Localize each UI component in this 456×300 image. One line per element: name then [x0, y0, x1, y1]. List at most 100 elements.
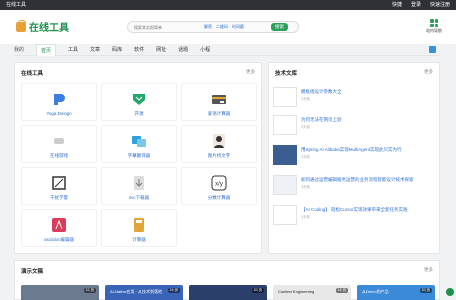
tool-subtitle-translate[interactable]: 字幕翻译器	[101, 125, 177, 163]
post-title[interactable]: 为何无法在网页上验	[301, 117, 435, 123]
nav-tools[interactable]: 工具	[68, 46, 78, 53]
search-input[interactable]	[128, 24, 204, 30]
nav-miniapp[interactable]: 小程	[200, 46, 210, 53]
page-count-badge: 24 页	[335, 288, 348, 293]
post-thumbnail	[273, 175, 297, 195]
blog-post[interactable]: 【AI Coding】 轻松Cursor实现效果带来全新任务实践 3天前	[273, 205, 437, 227]
tool-label: 开源	[134, 111, 144, 116]
presentation-card[interactable]: 22 页	[21, 285, 99, 300]
nav-software[interactable]: 软件	[134, 46, 144, 53]
blog-post[interactable]: 用Spring AI Alibaba实现MultiAgent实现此只实为行 3天…	[273, 145, 437, 167]
blog-post[interactable]: 如何通过运营编辑服务运营的业务流程智能设计技术探索 3天前	[273, 175, 437, 197]
nav-home[interactable]: 首页	[36, 43, 57, 56]
tool-label: asciidoc编辑器	[44, 237, 74, 242]
presentation-card[interactable]: AI-Native应用 · 从技术到落地 24 页	[105, 285, 183, 300]
asciidoc-icon	[52, 218, 66, 232]
nav-code[interactable]: 码库	[112, 46, 122, 53]
nav-articles[interactable]: 文章	[90, 46, 100, 53]
open-source-icon	[133, 94, 145, 105]
post-title[interactable]: 模板组设计参数大全	[301, 89, 435, 95]
tool-fraction-calc[interactable]: x/y 分数计算器	[181, 167, 257, 205]
tool-calculator-card[interactable]: 爱语计算器	[181, 83, 257, 121]
site-nav-button[interactable]: 站内导航	[426, 19, 442, 34]
top-bar: 在线工具 快捷 登录 快速注册	[0, 0, 456, 10]
nav-mine[interactable]: 我的	[14, 46, 24, 53]
tools-title: 在线工具	[21, 71, 44, 77]
page-count-badge: 24 页	[167, 288, 180, 293]
post-thumbnail	[273, 115, 297, 135]
logo-text: 在线工具	[29, 23, 69, 34]
topbar-site-name[interactable]: 在线工具	[6, 0, 26, 10]
main-nav: 我的 首页 工具 文章 码库 软件 网址 话题 小程	[14, 43, 440, 56]
topbar-link-login[interactable]: 登录	[411, 0, 421, 10]
blog-more-link[interactable]: 更多	[424, 69, 433, 75]
post-thumbnail	[273, 145, 297, 165]
post-title[interactable]: 用Spring AI Alibaba实现MultiAgent实现此只实为行	[301, 147, 435, 153]
tool-label: 干扰学量	[50, 195, 68, 200]
toolbox-icon	[16, 19, 26, 32]
post-title[interactable]: 如何通过运营编辑服务运营的业务流程智能设计技术探索	[301, 177, 435, 183]
presentation-card[interactable]: 从Demo到产品 20 页	[357, 285, 435, 300]
post-thumbnail	[273, 205, 297, 225]
tool-label: 字幕翻译器	[127, 153, 151, 158]
frame-icon	[52, 176, 66, 190]
topbar-link-register[interactable]: 快速注册	[430, 0, 450, 10]
search-bar: 解密 二维码 时间戳 搜索	[127, 21, 299, 33]
tool-label: 图片找文字	[207, 153, 231, 158]
hot-link-timestamp[interactable]: 时间戳	[232, 24, 244, 30]
xy-icon: x/y	[211, 175, 227, 191]
logo[interactable]: 在线工具	[16, 19, 69, 34]
presentations-more-link[interactable]: 更多	[424, 267, 433, 273]
page-count-badge: 22 页	[83, 288, 96, 293]
page-count-badge: 20 页	[419, 288, 432, 293]
card-text: 从Demo到产品	[362, 289, 389, 294]
post-title[interactable]: 【AI Coding】 轻松Cursor实现效果带来全新任务实践	[301, 207, 435, 213]
menu-toggle-icon[interactable]	[429, 46, 436, 53]
portrait-icon	[213, 134, 225, 148]
blog-post[interactable]: 模板组设计参数大全 2天前	[273, 87, 437, 109]
presentations-title: 演示文稿	[21, 269, 44, 275]
post-date: 2天前	[301, 97, 310, 101]
post-thumbnail	[273, 87, 297, 107]
grid-icon	[430, 19, 438, 27]
post-date: 2天前	[301, 125, 310, 129]
header: 在线工具 解密 二维码 时间戳 搜索 站内导航	[0, 10, 456, 44]
feedback-float-button[interactable]	[446, 288, 454, 296]
tool-asciidoc-editor[interactable]: asciidoc编辑器	[21, 209, 97, 247]
hot-link-decrypt[interactable]: 解密	[204, 24, 212, 30]
download-icon	[134, 176, 144, 190]
translate-icon	[132, 136, 146, 147]
tool-svc-download[interactable]: svc下载器	[101, 167, 177, 205]
tool-label: svc下载器	[128, 195, 150, 200]
calculator-card-icon	[212, 95, 226, 104]
tool-yoga-design[interactable]: Yoga Design	[21, 83, 97, 121]
tool-online-game[interactable]: 在线游戏	[21, 125, 97, 163]
blog-title: 技术文库	[275, 71, 298, 77]
svg-text:x/y: x/y	[215, 182, 223, 188]
tool-image-text[interactable]: 图片找文字	[181, 125, 257, 163]
tool-label: 分数计算器	[207, 195, 231, 200]
blog-post[interactable]: 为何无法在网页上验 2天前	[273, 115, 437, 137]
nav-urls[interactable]: 网址	[156, 46, 166, 53]
page-count-badge: 20 页	[251, 288, 264, 293]
search-button[interactable]: 搜索	[271, 23, 288, 31]
tool-label: 爱语计算器	[207, 111, 231, 116]
presentations-panel: 演示文稿 更多 22 页 AI-Native应用 · 从技术到落地 24 页 2…	[14, 260, 440, 300]
hot-link-qrcode[interactable]: 二维码	[216, 24, 228, 30]
tool-label: 计算器	[132, 237, 146, 242]
game-icon	[54, 138, 64, 144]
tool-interference[interactable]: 干扰学量	[21, 167, 97, 205]
tools-more-link[interactable]: 更多	[246, 69, 255, 75]
post-date: 3天前	[301, 155, 310, 159]
yoga-design-icon	[54, 94, 65, 105]
tools-panel: 在线工具 更多 Yoga Design 开源 爱语计算器 在线游戏 字幕翻译器 …	[14, 62, 262, 254]
tool-calculator[interactable]: 计算器	[101, 209, 177, 247]
presentation-card[interactable]: 20 页	[189, 285, 267, 300]
tool-open-source[interactable]: 开源	[101, 83, 177, 121]
calc-icon	[134, 218, 144, 232]
nav-topics[interactable]: 话题	[178, 46, 188, 53]
topbar-link-shortcut[interactable]: 快捷	[392, 0, 402, 10]
card-text: AI-Native应用 · 从技术到落地	[110, 289, 163, 294]
post-date: 3天前	[301, 185, 310, 189]
presentation-card[interactable]: Context Engineering 24 页	[273, 285, 351, 300]
